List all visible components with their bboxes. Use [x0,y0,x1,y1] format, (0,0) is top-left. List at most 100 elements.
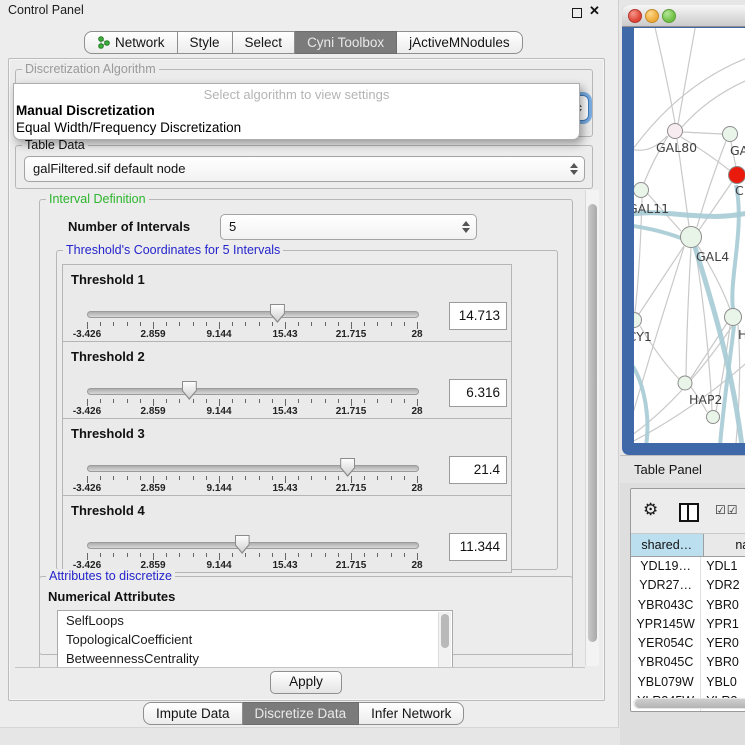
tab-jactivemnodules[interactable]: jActiveMNodules [397,31,523,54]
threshold-value-field[interactable]: 6.316 [449,379,507,407]
popup-option-manual-discretization[interactable]: Manual Discretization [14,102,579,119]
table-row[interactable]: YBR043CYBR0 [631,596,745,615]
slider-thumb[interactable] [340,458,355,477]
tab-style[interactable]: Style [178,31,233,54]
network-node-ga[interactable] [723,127,738,142]
network-node-h[interactable] [725,309,742,326]
table-row[interactable]: YDR27…YDR2 [631,576,745,595]
threshold-value-field[interactable]: 14.713 [449,302,507,330]
network-node-gcy1[interactable] [634,313,642,328]
cell-name[interactable]: YBL0 [701,673,745,692]
close-icon[interactable]: ✕ [589,3,600,19]
tab-impute-data[interactable]: Impute Data [143,702,243,725]
cell-name[interactable]: YPR1 [701,615,745,634]
float-window-icon[interactable] [572,8,582,18]
cell-name[interactable]: YBR0 [701,596,745,615]
cell-shared-name[interactable]: YDR27… [631,576,701,595]
threshold-slider[interactable]: -3.4262.8599.14415.4321.71528 [87,380,417,416]
network-node-gal80[interactable] [668,124,683,139]
list-item-topologicalcoefficient[interactable]: TopologicalCoefficient [58,630,452,649]
tab-infer-network[interactable]: Infer Network [359,702,464,725]
slider-track[interactable] [87,542,419,549]
zoom-traffic-light-icon[interactable] [662,9,676,23]
cell-name[interactable]: YIL0 [701,711,745,712]
threshold-slider[interactable]: -3.4262.8599.14415.4321.71528 [87,303,417,339]
slider-track[interactable] [87,311,419,318]
slider-thumb[interactable] [270,304,285,323]
slider-tick [127,399,128,403]
cell-shared-name[interactable]: YBR045C [631,653,701,672]
scrollbar-thumb[interactable] [635,699,745,708]
cell-shared-name[interactable]: YBR043C [631,596,701,615]
threshold-slider[interactable]: -3.4262.8599.14415.4321.71528 [87,534,417,570]
scrollbar-thumb[interactable] [441,614,449,648]
slider-tick [377,476,378,480]
threshold-value-field[interactable]: 11.344 [449,533,507,561]
network-node[interactable] [707,411,720,424]
numerical-attributes-label: Numerical Attributes [48,589,175,604]
network-edge[interactable] [678,28,696,124]
network-edge[interactable] [699,182,732,230]
table-horizontal-scrollbar[interactable] [633,698,745,709]
tab-network[interactable]: Network [84,31,178,54]
settings-scrollbar[interactable] [585,190,599,666]
table-row[interactable]: YBL079WYBL0 [631,673,745,692]
numerical-attributes-list[interactable]: SelfLoopsTopologicalCoefficientBetweenne… [57,610,453,668]
columns-icon[interactable] [679,503,699,522]
cell-shared-name[interactable]: YER054C [631,634,701,653]
tab-discretize-data[interactable]: Discretize Data [243,702,360,725]
close-traffic-light-icon[interactable] [628,9,642,23]
cell-name[interactable]: YDR2 [701,576,745,595]
network-edge-highlighted[interactable] [732,185,738,309]
network-graph[interactable]: GAL80GACGAL11GAL4GCY1HHAP2 [634,28,745,443]
table-row[interactable]: YIL052CYIL0 [631,711,745,712]
network-window-titlebar[interactable] [622,5,745,27]
table-row[interactable]: YBR045CYBR0 [631,653,745,672]
list-item-selfloops[interactable]: SelfLoops [58,611,452,630]
slider-thumb[interactable] [235,535,250,554]
table-row[interactable]: YDL19…YDL1 [631,557,745,576]
slider-thumb[interactable] [182,381,197,400]
cell-name[interactable]: YDL1 [701,557,745,576]
slider-track[interactable] [87,465,419,472]
select-columns-icon[interactable]: ☑☑ [715,503,739,517]
network-edge[interactable] [639,246,684,314]
table-row[interactable]: YER054CYER0 [631,634,745,653]
network-edge[interactable] [654,28,675,123]
tab-select[interactable]: Select [233,31,296,54]
tab-label: Network [115,32,165,53]
slider-tick-label: 28 [411,483,422,494]
table-data-combobox[interactable]: galFiltered.sif default node [24,156,585,182]
network-canvas[interactable]: GAL80GACGAL11GAL4GCY1HHAP2 [634,28,745,443]
network-edge[interactable] [686,248,691,376]
cell-shared-name[interactable]: YBL079W [631,673,701,692]
number-of-intervals-combobox[interactable]: 5 [220,214,477,240]
network-node-hap2[interactable] [678,376,692,390]
cell-shared-name[interactable]: YDL19… [631,557,701,576]
apply-button[interactable]: Apply [270,671,342,694]
threshold-value-field[interactable]: 21.4 [449,456,507,484]
scrollbar-thumb[interactable] [588,204,597,642]
node-label: GAL4 [696,249,729,264]
popup-option-equal-width-frequency[interactable]: Equal Width/Frequency Discretization [14,119,579,136]
list-item-betweennesscentrality[interactable]: BetweennessCentrality [58,649,452,668]
network-node-gal4[interactable] [681,227,702,248]
cell-shared-name[interactable]: YPR145W [631,615,701,634]
network-edge[interactable] [682,132,722,134]
tab-cyni-toolbox[interactable]: Cyni Toolbox [295,31,397,54]
column-header-shared-name[interactable]: shared… [631,534,704,556]
slider-track[interactable] [87,388,419,395]
network-node-c[interactable] [729,167,745,184]
table-row[interactable]: YPR145WYPR1 [631,615,745,634]
network-node-gal11[interactable] [634,183,649,198]
threshold-slider[interactable]: -3.4262.8599.14415.4321.71528 [87,457,417,493]
cell-name[interactable]: YBR0 [701,653,745,672]
cell-name[interactable]: YER0 [701,634,745,653]
cell-shared-name[interactable]: YIL052C [631,711,701,712]
minimize-traffic-light-icon[interactable] [645,9,659,23]
column-header-name[interactable]: na [704,534,745,556]
attributes-list-scrollbar[interactable] [438,612,451,668]
cyni-toolbox-content: Discretization Algorithm Select algorith… [8,58,605,701]
network-edge[interactable] [682,78,745,127]
gear-icon[interactable]: ⚙ [643,500,658,520]
